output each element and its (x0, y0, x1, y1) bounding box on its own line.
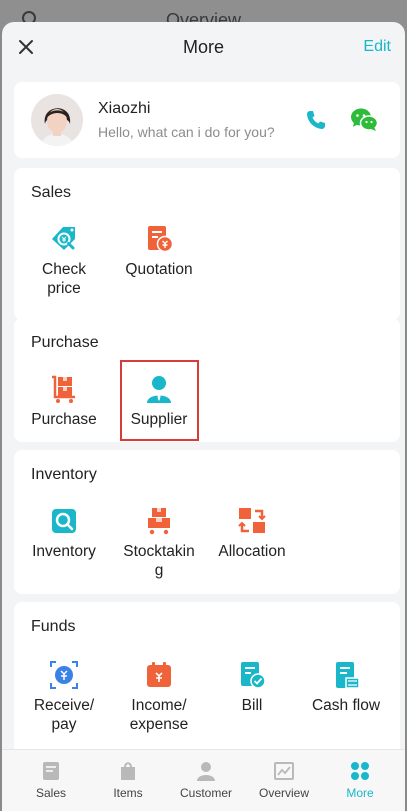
purchase-section: Purchase Purchase Supplier (14, 318, 400, 442)
section-title-sales: Sales (31, 184, 72, 201)
inventory-search-icon (52, 509, 76, 533)
tile-label-purchase: Purchase (31, 411, 97, 428)
tile-allocation[interactable]: Allocation (204, 506, 300, 561)
tile-income-expense[interactable]: Income/ expense (111, 660, 207, 734)
tile-check-price[interactable]: Check price (16, 224, 112, 298)
avatar (31, 94, 83, 146)
more-sheet: More Edit Xiaozhi Hello, what can i do f… (2, 22, 405, 811)
tile-label-quotation: Quotation (125, 261, 193, 278)
tile-label-receive-pay: Receive/ pay (33, 697, 95, 733)
tile-label-cash-flow: Cash flow (311, 697, 381, 714)
tile-inventory[interactable]: Inventory (16, 506, 112, 561)
tab-label-more: More (346, 786, 374, 800)
tab-sales[interactable]: Sales (11, 750, 91, 811)
stocktaking-icon (148, 508, 170, 535)
supplier-highlight-box (120, 360, 199, 441)
sheet-header: More Edit (2, 22, 405, 74)
tab-customer[interactable]: Customer (166, 750, 246, 811)
allocation-icon (238, 508, 266, 533)
tile-label-allocation: Allocation (218, 543, 286, 560)
tile-receive-pay[interactable]: Receive/ pay (16, 660, 112, 734)
quotation-icon (148, 226, 174, 253)
inventory-section: Inventory Inventory Stocktakin g Allocat… (14, 450, 400, 594)
purchase-cart-icon (52, 375, 75, 403)
bottom-tab-bar: Sales Items Customer Overview More (2, 749, 405, 811)
tab-label-customer: Customer (179, 786, 232, 800)
assistant-greeting: Hello, what can i do for you? (98, 124, 275, 140)
tile-label-inventory: Inventory (32, 543, 96, 560)
tab-label-sales: Sales (35, 786, 67, 800)
tile-cash-flow[interactable]: Cash flow (298, 660, 394, 715)
tile-label-check-price: Check price (42, 261, 86, 297)
more-tab-icon (351, 762, 369, 780)
section-title-purchase: Purchase (31, 334, 99, 351)
overview-tab-icon (274, 762, 294, 780)
receive-pay-icon (50, 661, 78, 689)
tab-more[interactable]: More (320, 750, 400, 811)
section-title-inventory: Inventory (31, 466, 97, 483)
bill-icon (241, 662, 266, 689)
wechat-icon[interactable] (350, 107, 378, 133)
tile-label-bill: Bill (241, 697, 263, 714)
assistant-card[interactable]: Xiaozhi Hello, what can i do for you? (14, 82, 400, 158)
tile-label-stocktaking: Stocktakin g (123, 543, 195, 579)
phone-icon[interactable] (304, 108, 328, 132)
tab-label-items: Items (113, 786, 143, 800)
page-title: More (182, 37, 224, 57)
cash-flow-icon (336, 662, 360, 689)
tab-items[interactable]: Items (88, 750, 168, 811)
section-title-funds: Funds (31, 618, 76, 635)
tab-label-overview: Overview (258, 786, 309, 800)
funds-section: Funds Receive/ pay Income/ expense Bill … (14, 602, 400, 762)
tile-stocktaking[interactable]: Stocktakin g (111, 506, 207, 580)
customer-tab-icon (197, 762, 215, 781)
edit-button[interactable]: Edit (363, 38, 391, 56)
tile-quotation[interactable]: Quotation (111, 224, 207, 279)
items-tab-icon (121, 762, 135, 780)
sales-tab-icon (43, 762, 59, 780)
tile-purchase[interactable]: Purchase (16, 374, 112, 429)
tab-overview[interactable]: Overview (244, 750, 324, 811)
assistant-name: Xiaozhi (98, 100, 151, 117)
tile-bill[interactable]: Bill (204, 660, 300, 715)
income-expense-icon (147, 662, 171, 687)
tile-label-income-expense: Income/ expense (129, 697, 189, 733)
sales-section: Sales Check price Quotation (14, 168, 400, 320)
check-price-icon (52, 227, 75, 250)
